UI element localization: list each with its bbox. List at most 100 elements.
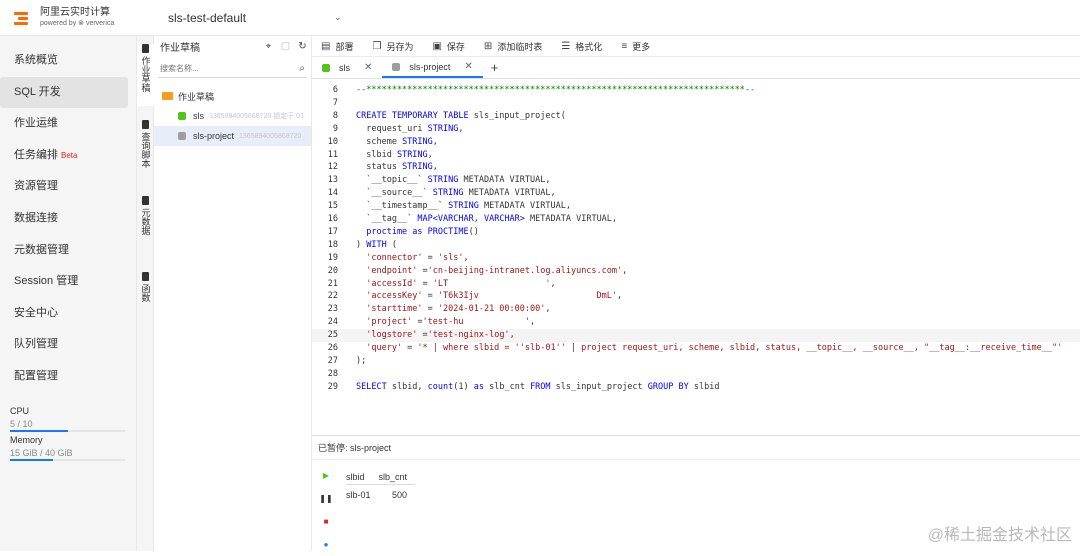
sidebar-item-label: 安全中心	[14, 306, 58, 319]
code-token: '* | where slbid = ''slb-01'' | project …	[417, 343, 1063, 353]
sidebar-item[interactable]: SQL 开发	[0, 76, 128, 109]
memory-bar-fill	[10, 459, 54, 461]
line-number: 23	[327, 304, 338, 315]
code-token: count	[427, 381, 454, 392]
vtab-drafts[interactable]: 作业草稿	[137, 44, 154, 106]
cpu-value: 5 / 10	[10, 419, 33, 429]
add-tab-icon[interactable]: +	[491, 57, 499, 78]
code-token: 'project'	[356, 317, 413, 328]
line-number: 21	[327, 278, 338, 289]
column-header[interactable]: slbid	[346, 470, 379, 485]
vtab-scripts[interactable]: 查询脚本	[137, 120, 154, 208]
code-token: ,	[432, 162, 438, 173]
top-bar: 阿里云实时计算 powered by ⊗ ververica sls-test-…	[0, 0, 1080, 36]
code-token: WITH	[366, 239, 387, 250]
sidebar-item[interactable]: 安全中心	[0, 298, 128, 330]
sidebar-item[interactable]: Session 管理	[0, 266, 128, 298]
code-line: 7	[312, 97, 1080, 110]
vtab-functions[interactable]: 函数	[137, 272, 154, 312]
editor-tab[interactable]: sls ✕	[312, 57, 382, 78]
column-header[interactable]: slb_cnt	[378, 470, 416, 485]
code-token: STRING	[427, 175, 459, 186]
code-line: 18) WITH (	[312, 239, 1080, 252]
close-icon[interactable]: ✕	[464, 61, 472, 72]
stop-icon[interactable]: ■	[316, 510, 336, 533]
sidebar-item[interactable]: 队列管理	[0, 329, 128, 361]
results-header-row: slbid slb_cnt	[346, 470, 416, 485]
code-text: 'connector' = 'sls',	[356, 252, 469, 265]
search-icon[interactable]: ⌕	[299, 63, 305, 74]
file-item[interactable]: sls-project 1365894005868720	[154, 126, 311, 146]
pause-icon[interactable]: ❚❚	[316, 487, 336, 510]
code-line: 22 'accessKey' = 'T6k3Ijv DmL',	[312, 290, 1080, 303]
code-text: 'query' = '* | where slbid = ''slb-01'' …	[356, 342, 1062, 355]
sidebar-item[interactable]: 元数据管理	[0, 235, 128, 267]
draft-folder[interactable]: 作业草稿	[154, 86, 311, 106]
sidebar-item[interactable]: 作业运维	[0, 108, 128, 140]
sidebar-item-label: 配置管理	[14, 369, 58, 382]
code-token: 'sls'	[437, 252, 464, 263]
code-token: ,	[473, 214, 484, 224]
deploy-button[interactable]: ▤ 部署	[321, 40, 353, 53]
file-meta: 1365894005868720	[239, 132, 302, 140]
new-folder-icon[interactable]: ▢	[277, 41, 294, 52]
memory-value: 15 GiB / 40 GiB	[10, 448, 73, 458]
editor-tab[interactable]: sls-project ✕	[382, 57, 483, 78]
code-token: METADATA VIRTUAL,	[463, 188, 556, 199]
code-token: slbid	[688, 381, 720, 392]
add-temp-table-button[interactable]: ⊞ 添加临时表	[484, 40, 542, 53]
refresh-icon[interactable]: ↻	[294, 41, 311, 52]
save-button[interactable]: ▣ 保存	[432, 40, 464, 53]
code-token: ,	[463, 252, 469, 263]
close-icon[interactable]: ✕	[364, 62, 372, 73]
draft-folder-label: 作业草稿	[178, 91, 215, 102]
line-number: 9	[332, 123, 338, 134]
code-token: =	[402, 343, 418, 353]
format-button[interactable]: ☰ 格式化	[561, 40, 602, 53]
logo[interactable]: 阿里云实时计算 powered by ⊗ ververica	[14, 7, 152, 28]
chevron-down-icon[interactable]: ⌄	[334, 12, 342, 23]
file-item[interactable]: sls 1365894005868720 锁定于 01	[154, 106, 311, 126]
code-token: proctime as PROCTIME	[356, 226, 469, 237]
code-line: 11 slbid STRING,	[312, 149, 1080, 162]
sql-editor[interactable]: 6 --*************************************…	[312, 80, 1080, 435]
code-token: status	[356, 162, 403, 173]
line-number: 18	[327, 239, 338, 250]
sidebar-item[interactable]: 资源管理	[0, 171, 128, 203]
code-token: =	[422, 304, 438, 315]
database-icon	[142, 196, 149, 205]
file-name: sls-project	[193, 131, 235, 141]
code-token: 'test-hu '	[422, 317, 531, 328]
draft-search-input[interactable]	[158, 64, 300, 73]
sidebar-item-label: 系统概览	[14, 54, 58, 66]
code-token: ,	[427, 149, 433, 160]
sidebar-item[interactable]: 配置管理	[0, 361, 128, 393]
code-token: sls_input_project	[550, 381, 648, 392]
results-panel: 已暂停: sls-project ▶ ❚❚ ■ ● slbid slb_cnt s…	[312, 435, 1080, 551]
info-icon[interactable]: ●	[316, 533, 336, 556]
file-status-icon	[178, 132, 186, 140]
line-number: 17	[327, 226, 338, 237]
sidebar-item[interactable]: 系统概览	[0, 45, 128, 77]
workspace-name[interactable]: sls-test-default	[168, 11, 246, 25]
sidebar-item[interactable]: 数据连接	[0, 203, 128, 235]
vtab-metadata[interactable]: 元数据	[137, 196, 154, 246]
code-token: 'connector'	[356, 252, 423, 263]
run-icon[interactable]: ▶	[316, 464, 336, 487]
sidebar-item[interactable]: 任务编排 Beta	[0, 140, 128, 172]
folder-icon	[162, 92, 173, 100]
code-text: );	[356, 355, 366, 368]
cpu-bar-fill	[10, 430, 68, 432]
code-text: status STRING,	[356, 161, 438, 174]
code-text: 'endpoint' ='cn-beijing-intranet.log.ali…	[356, 265, 627, 278]
code-token: =	[422, 291, 438, 302]
code-token: 'LT '	[432, 278, 551, 289]
save-as-button[interactable]: ❐ 另存为	[372, 40, 413, 53]
code-token: (	[386, 239, 397, 250]
code-line: 13 `__topic__` STRING METADATA VIRTUAL,	[312, 174, 1080, 187]
code-line: 23 'starttime' = '2024-01-21 00:00:00',	[312, 303, 1080, 316]
memory-label: Memory	[10, 435, 43, 445]
more-button[interactable]: ≡ 更多	[621, 40, 650, 53]
locate-icon[interactable]: ⌖	[260, 41, 277, 52]
code-token: );	[356, 355, 367, 366]
